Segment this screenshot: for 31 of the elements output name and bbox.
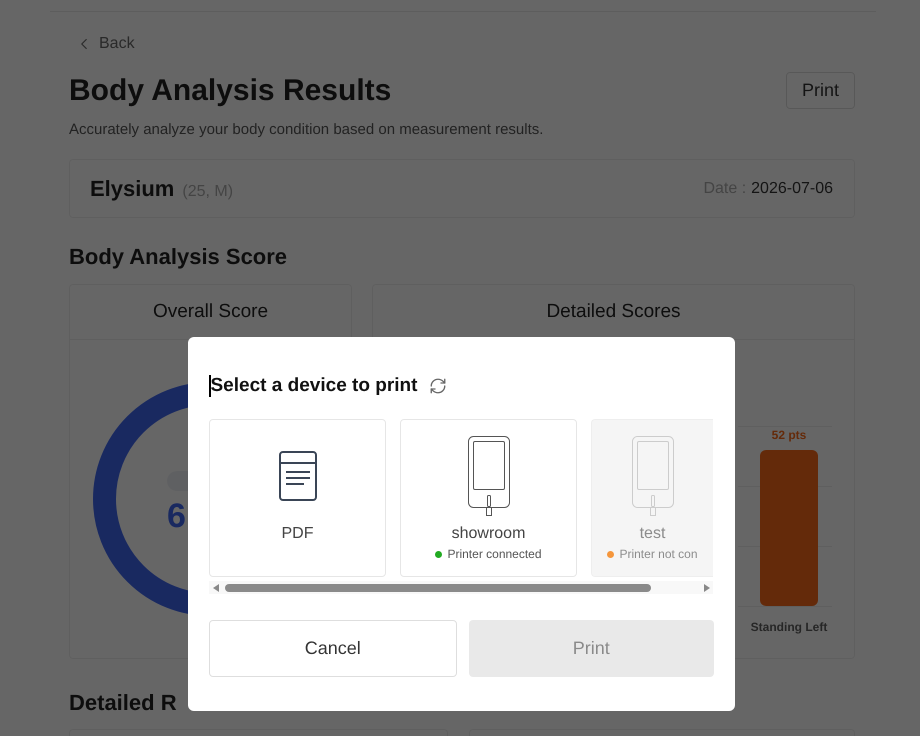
tablet-icon bbox=[632, 436, 674, 516]
value-label: 52 pts bbox=[772, 428, 806, 442]
user-name: Elysium bbox=[90, 175, 174, 203]
page-title: Body Analysis Results bbox=[69, 72, 392, 108]
back-link[interactable]: Back bbox=[75, 34, 135, 54]
dialog-title: Select a device to print bbox=[210, 374, 418, 398]
refresh-button[interactable] bbox=[429, 377, 448, 395]
refresh-icon bbox=[429, 377, 448, 395]
device-name: PDF bbox=[282, 524, 314, 544]
category-label: Standing Left bbox=[750, 620, 828, 634]
score-tag bbox=[167, 471, 189, 491]
print-button[interactable]: Print bbox=[786, 72, 855, 109]
device-status: Printer connected bbox=[447, 546, 542, 562]
scrollbar-thumb[interactable] bbox=[225, 584, 651, 592]
scroll-left-icon[interactable] bbox=[213, 584, 219, 592]
device-name: test bbox=[640, 524, 666, 544]
scroll-right-icon[interactable] bbox=[704, 584, 710, 592]
cancel-button[interactable]: Cancel bbox=[209, 620, 456, 677]
tablet-icon bbox=[468, 436, 510, 516]
device-card[interactable]: showroom Printer connected bbox=[400, 419, 577, 577]
document-icon bbox=[278, 451, 316, 501]
device-name: showroom bbox=[452, 524, 526, 544]
page-subtitle: Accurately analyze your body condition based on measurement results. bbox=[69, 120, 544, 140]
device-status: Printer not con bbox=[619, 546, 698, 562]
section-heading: Detailed R bbox=[69, 689, 177, 717]
text-caret bbox=[209, 375, 210, 397]
device-card[interactable]: PDF bbox=[209, 419, 386, 577]
score-number: 6 bbox=[167, 497, 186, 535]
scrollbar[interactable] bbox=[209, 581, 713, 594]
date-value: 2026-07-06 bbox=[751, 178, 833, 198]
section-heading: Body Analysis Score bbox=[69, 243, 288, 271]
